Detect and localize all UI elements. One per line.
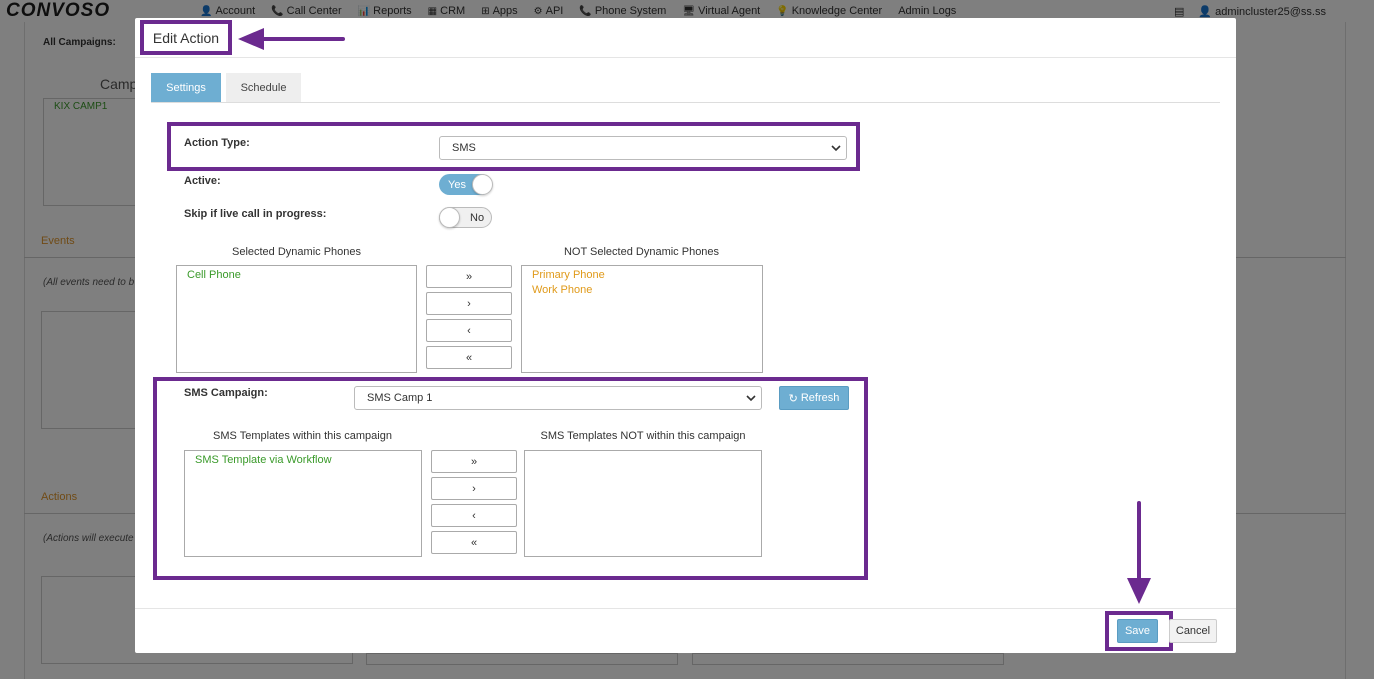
arrow-to-title: [238, 28, 345, 50]
arrow-to-save: [1127, 501, 1151, 604]
annotation-arrows: [238, 28, 1151, 604]
